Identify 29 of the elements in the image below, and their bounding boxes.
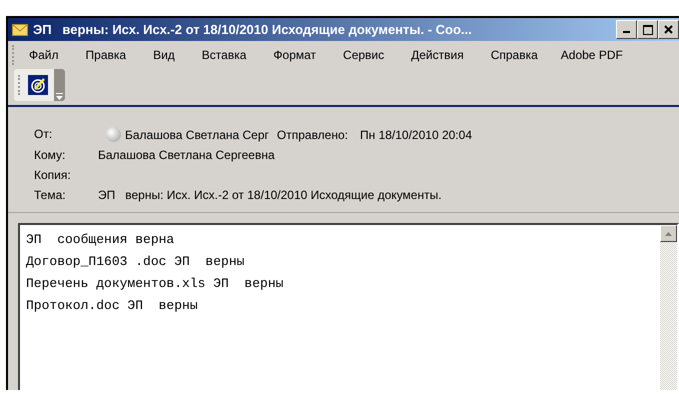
caret-icon [56,93,63,101]
sender-name: Балашова Светлана Серг [125,128,269,142]
maximize-icon [642,24,652,34]
menu-item[interactable]: Формат [265,45,324,65]
menu-item[interactable]: Файл [25,45,67,65]
envelope-icon [12,24,28,36]
field-label: Копия: [34,168,72,182]
window-title: ЭП верны: Исх. Исх.-2 от 18/10/2010 Исходящие документы. - Соо... [33,22,473,37]
field-label: Отправлено: [276,128,348,142]
subject-text: ЭП верны: Исх. Исх.-2 от 18/10/2010 Исходящие документы. [98,188,442,202]
toolbar-overflow-button[interactable] [54,69,65,101]
menu-item[interactable]: Вставка [194,45,254,65]
menu-item[interactable]: Правка [78,45,134,65]
maximize-button[interactable] [637,20,658,39]
sent-date: Пн 18/10/2010 20:04 [360,128,472,142]
menu-item[interactable]: Справка [482,45,546,65]
menu-item[interactable]: Действия [403,45,472,65]
close-button[interactable] [658,20,679,39]
field-label: От: [34,127,54,142]
close-icon [664,25,673,34]
menu-item[interactable]: Сервис [335,45,392,65]
recipient-name: Балашова Светлана Сергеевна [98,148,275,162]
menu-item[interactable]: Adobe PDF [556,45,631,65]
menu-item[interactable]: Вид [145,45,183,65]
sender-status-icon [106,127,121,142]
field-label: Кому: [34,148,66,162]
minimize-button[interactable] [616,20,637,39]
signature-tool-icon[interactable] [28,75,48,95]
field-label: Тема: [34,188,67,202]
